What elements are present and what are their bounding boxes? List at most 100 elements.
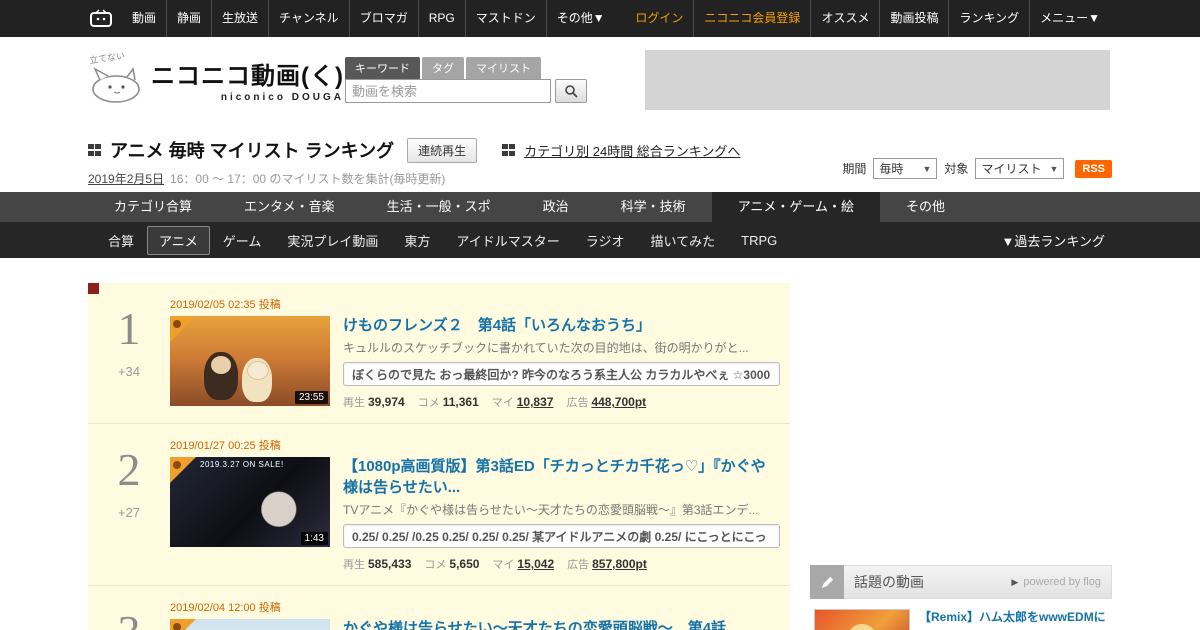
views-count: 39,974	[368, 395, 405, 409]
search-tab-mylist[interactable]: マイリスト	[466, 57, 541, 79]
video-info: けものフレンズ２ 第4話「いろんなおうち」 キュルルのスケッチブックに書かれてい…	[343, 316, 780, 410]
video-title-link[interactable]: 【1080p高画質版】第3話ED「チカっとチカ千花っ♡」『かぐや様は告らせたい.…	[343, 457, 780, 498]
nav-blomaga[interactable]: ブロマガ	[349, 0, 418, 37]
nicoad-corner-icon	[170, 619, 196, 630]
search-block: キーワード タグ マイリスト	[345, 57, 587, 103]
powered-by-link[interactable]: ▶ powered by flog	[1011, 576, 1111, 588]
views-label: 再生	[343, 394, 365, 410]
ad-label: 広告	[567, 556, 589, 572]
logo-sub: niconico DOUGA	[151, 92, 344, 103]
nav-video[interactable]: 動画	[122, 0, 166, 37]
video-entry: 2019/02/04 12:00 投稿 かぐや様は告らせたい～天才たちの恋愛頭脳…	[170, 599, 790, 630]
nicoad-corner-icon	[170, 316, 196, 342]
video-thumbnail[interactable]	[170, 619, 330, 630]
sidebar: 話題の動画 ▶ powered by flog 【Remix】ハム太郎をwwwE…	[810, 258, 1112, 630]
sub-tab-touhou[interactable]: 東方	[391, 231, 443, 250]
video-thumbnail[interactable]: 23:55	[170, 316, 330, 406]
topic-video-title-link[interactable]: 【Remix】ハム太郎をwwwEDMにwww	[919, 609, 1108, 630]
video-body: 23:55 けものフレンズ２ 第4話「いろんなおうち」 キュルルのスケッチブック…	[170, 316, 780, 410]
target-select[interactable]: マイリスト ▼	[975, 158, 1064, 179]
ad-points-link[interactable]: 448,700pt	[591, 395, 646, 409]
search-tab-tag[interactable]: タグ	[422, 57, 464, 79]
logo-main: ニコニコ動画(く)	[151, 56, 344, 91]
category-tab-bar: カテゴリ合算 エンタメ・音楽 生活・一般・スポ 政治 科学・技術 アニメ・ゲーム…	[0, 192, 1200, 222]
period-select[interactable]: 毎時 ▼	[873, 158, 937, 179]
nav-seiga[interactable]: 静画	[166, 0, 211, 37]
topics-header: 話題の動画 ▶ powered by flog	[810, 565, 1112, 599]
sub-tab-drawing[interactable]: 描いてみた	[638, 231, 729, 250]
mylist-count-link[interactable]: 10,837	[517, 395, 554, 409]
nav-ranking[interactable]: ランキング	[948, 0, 1029, 37]
nav-mastodon[interactable]: マストドン	[465, 0, 546, 37]
ranking-item-3: 3 2019/02/04 12:00 投稿 かぐや様は告らせたい～天才たちの恋愛…	[88, 586, 790, 630]
nav-live[interactable]: 生放送	[211, 0, 268, 37]
comments-count: 5,650	[449, 557, 479, 571]
rank-column: 1 +34	[88, 296, 170, 410]
ranking-grid-icon	[88, 144, 101, 156]
category-total-ranking-link[interactable]: カテゴリ別 24時間 総合ランキングへ	[524, 141, 740, 160]
cat-tab-other[interactable]: その他	[880, 192, 971, 222]
nav-upload[interactable]: 動画投稿	[879, 0, 948, 37]
ranking-item-2: 2 +27 2019/01/27 00:25 投稿 2019.3.27 ON S…	[88, 424, 790, 586]
cat-tab-total[interactable]: カテゴリ合算	[88, 192, 218, 222]
top-nav-bar: 動画 静画 生放送 チャンネル ブロマガ RPG マストドン その他▼ ログイン…	[0, 0, 1200, 37]
ad-banner-placeholder	[645, 50, 1110, 110]
nav-channel[interactable]: チャンネル	[268, 0, 349, 37]
sidebar-ad-space	[810, 258, 1112, 565]
nicoad-corner-icon	[170, 457, 196, 483]
video-thumbnail[interactable]: 2019.3.27 ON SALE! 1:43	[170, 457, 330, 547]
rank-number: 3	[88, 609, 170, 630]
video-description: TVアニメ『かぐや様は告らせたい～天才たちの恋愛頭脳戦～』第3話エンデ...	[343, 501, 780, 518]
site-logo[interactable]: 立てない ニコニコ動画(く) niconico DOUGA	[85, 51, 344, 107]
page-title: アニメ 毎時 マイリスト ランキング	[110, 137, 394, 163]
login-link[interactable]: ログイン	[625, 0, 693, 37]
cat-tab-anime-game-art[interactable]: アニメ・ゲーム・絵	[712, 192, 880, 222]
sub-tab-total[interactable]: 合算	[95, 231, 147, 250]
register-link[interactable]: ニコニコ会員登録	[693, 0, 810, 37]
ranking-item-1: 1 +34 2019/02/05 02:35 投稿 23:55 けものフレンズ２…	[88, 283, 790, 424]
search-tab-keyword[interactable]: キーワード	[345, 57, 420, 79]
ad-points-link[interactable]: 857,800pt	[592, 557, 647, 571]
niconico-tv-icon[interactable]	[88, 9, 122, 29]
cat-tab-life[interactable]: 生活・一般・スポ	[361, 192, 517, 222]
site-header: 立てない ニコニコ動画(く) niconico DOUGA キーワード タグ マ…	[0, 37, 1200, 132]
search-input[interactable]	[345, 79, 551, 103]
date-link[interactable]: 2019年2月5日	[88, 170, 164, 187]
video-description: キュルルのスケッチブックに書かれていた次の目的地は、街の明かりがと...	[343, 339, 780, 356]
sub-tab-idolmaster[interactable]: アイドルマスター	[443, 231, 572, 250]
ranking-list: 1 +34 2019/02/05 02:35 投稿 23:55 けものフレンズ２…	[88, 283, 790, 630]
comment-ticker: ぼくらので見た おっ最終回か? 昨今のなろう系主人公 カラカルやべぇ ☆3000	[343, 362, 780, 386]
sub-tab-letsplay[interactable]: 実況プレイ動画	[274, 231, 391, 250]
mylist-count-link[interactable]: 15,042	[517, 557, 554, 571]
nav-others-menu[interactable]: その他▼	[546, 0, 615, 37]
video-info: かぐや様は告らせたい～天才たちの恋愛頭脳戦～ 第4話 動画一覧はこちら第3話 w…	[343, 619, 780, 630]
cat-tab-science[interactable]: 科学・技術	[595, 192, 712, 222]
video-title-link[interactable]: かぐや様は告らせたい～天才たちの恋愛頭脳戦～ 第4話	[343, 619, 780, 630]
sub-tab-game[interactable]: ゲーム	[210, 231, 275, 250]
past-ranking-link[interactable]: ▼過去ランキング	[1002, 231, 1105, 250]
rank-column: 2 +27	[88, 437, 170, 572]
date-note: 16：00 ～ 17：00 のマイリスト数を集計(毎時更新)	[170, 170, 445, 187]
cat-tab-politics[interactable]: 政治	[517, 192, 595, 222]
period-label: 期間	[842, 160, 866, 177]
search-button[interactable]	[555, 79, 587, 103]
sub-tab-trpg[interactable]: TRPG	[728, 233, 790, 248]
nav-rpg[interactable]: RPG	[418, 0, 465, 37]
video-title-link[interactable]: けものフレンズ２ 第4話「いろんなおうち」	[343, 316, 780, 336]
topic-video-thumbnail[interactable]	[814, 609, 910, 630]
category-list-icon	[502, 144, 515, 156]
top-nav-right: ログイン ニコニコ会員登録 オススメ 動画投稿 ランキング メニュー▼	[625, 0, 1110, 37]
cat-tab-entertainment[interactable]: エンタメ・音楽	[218, 192, 361, 222]
mylist-label: マイ	[492, 556, 514, 572]
rss-button[interactable]: RSS	[1075, 160, 1112, 178]
topic-video-item: 【Remix】ハム太郎をwwwEDMにwww	[810, 599, 1112, 630]
sub-tab-radio[interactable]: ラジオ	[573, 231, 638, 250]
ranking-corner-accent	[88, 283, 99, 294]
page-head: アニメ 毎時 マイリスト ランキング 連続再生 カテゴリ別 24時間 総合ランキ…	[0, 132, 1200, 192]
sub-tab-anime[interactable]: アニメ	[147, 226, 210, 255]
chevron-down-icon: ▼	[923, 164, 932, 174]
posted-date: 2019/02/05 02:35 投稿	[170, 296, 780, 312]
continuous-play-button[interactable]: 連続再生	[407, 138, 477, 163]
nav-menu[interactable]: メニュー▼	[1029, 0, 1110, 37]
nav-recommend[interactable]: オススメ	[810, 0, 879, 37]
